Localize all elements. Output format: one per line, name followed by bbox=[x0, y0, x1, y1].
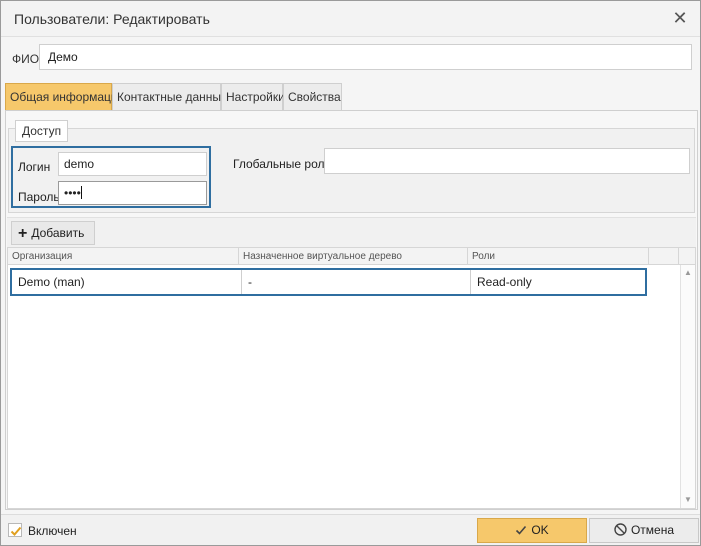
cell-roles: Read-only bbox=[470, 270, 645, 294]
edit-user-dialog: Пользователи: Редактировать ✕ ФИО Общая … bbox=[0, 0, 701, 546]
cancel-button[interactable]: Отмена bbox=[589, 518, 699, 543]
scroll-down-icon[interactable]: ▼ bbox=[681, 494, 695, 506]
global-roles-label: Глобальные роли bbox=[233, 157, 332, 171]
title-bar: Пользователи: Редактировать ✕ bbox=[1, 1, 700, 37]
plus-icon: + bbox=[18, 225, 28, 242]
dialog-title: Пользователи: Редактировать bbox=[14, 11, 210, 27]
general-info-panel: Доступ Логин demo Пароль •••• Глобальные… bbox=[5, 110, 698, 510]
cell-organization: Demo (man) bbox=[18, 275, 85, 289]
cell-virtual-tree: - bbox=[241, 270, 470, 294]
table-row[interactable]: Demo (man) - Read-only bbox=[10, 268, 647, 296]
access-section: Доступ Логин demo Пароль •••• Глобальные… bbox=[8, 120, 695, 213]
ok-button-label: OK bbox=[531, 523, 549, 537]
cancel-button-label: Отмена bbox=[630, 523, 675, 537]
fio-label: ФИО bbox=[12, 52, 40, 66]
global-roles-input[interactable] bbox=[324, 148, 690, 174]
login-input[interactable]: demo bbox=[58, 152, 207, 176]
ok-button[interactable]: OK bbox=[477, 518, 587, 543]
column-header-virtual-tree[interactable]: Назначенное виртуальное дерево bbox=[239, 248, 468, 265]
grid-toolbar: + Добавить bbox=[7, 217, 696, 247]
column-header-organization[interactable]: Организация bbox=[8, 248, 239, 265]
password-input[interactable]: •••• bbox=[58, 181, 207, 205]
tab-settings[interactable]: Настройки bbox=[221, 83, 285, 110]
credentials-group: Логин demo Пароль •••• bbox=[11, 146, 211, 208]
password-label: Пароль bbox=[18, 190, 60, 204]
check-icon bbox=[516, 525, 527, 535]
grid-header: Организация Назначенное виртуальное дере… bbox=[8, 248, 695, 265]
password-value: •••• bbox=[64, 186, 81, 200]
enabled-checkbox[interactable] bbox=[8, 523, 22, 537]
close-icon[interactable]: ✕ bbox=[670, 8, 690, 28]
access-legend: Доступ bbox=[15, 120, 69, 142]
fio-input[interactable] bbox=[39, 44, 692, 70]
scroll-up-icon[interactable]: ▲ bbox=[681, 267, 695, 279]
column-header-roles[interactable]: Роли bbox=[468, 248, 649, 265]
dialog-footer: Включен OK Отмена bbox=[1, 514, 700, 545]
tab-properties[interactable]: Свойства bbox=[283, 83, 342, 110]
text-caret bbox=[80, 186, 82, 199]
checkmark-icon bbox=[10, 526, 22, 536]
add-button[interactable]: + Добавить bbox=[11, 221, 95, 245]
organizations-grid: Организация Назначенное виртуальное дере… bbox=[7, 247, 696, 509]
tab-general-info[interactable]: Общая информация bbox=[5, 83, 124, 110]
add-button-label: Добавить bbox=[31, 226, 85, 240]
cancel-icon bbox=[614, 523, 627, 536]
column-header-extra bbox=[649, 248, 679, 265]
login-label: Логин bbox=[18, 160, 51, 174]
grid-scrollbar[interactable]: ▲ ▼ bbox=[680, 265, 695, 508]
enabled-label: Включен bbox=[28, 524, 77, 538]
tab-contact-data[interactable]: Контактные данные bbox=[112, 83, 228, 110]
login-value: demo bbox=[64, 157, 95, 171]
